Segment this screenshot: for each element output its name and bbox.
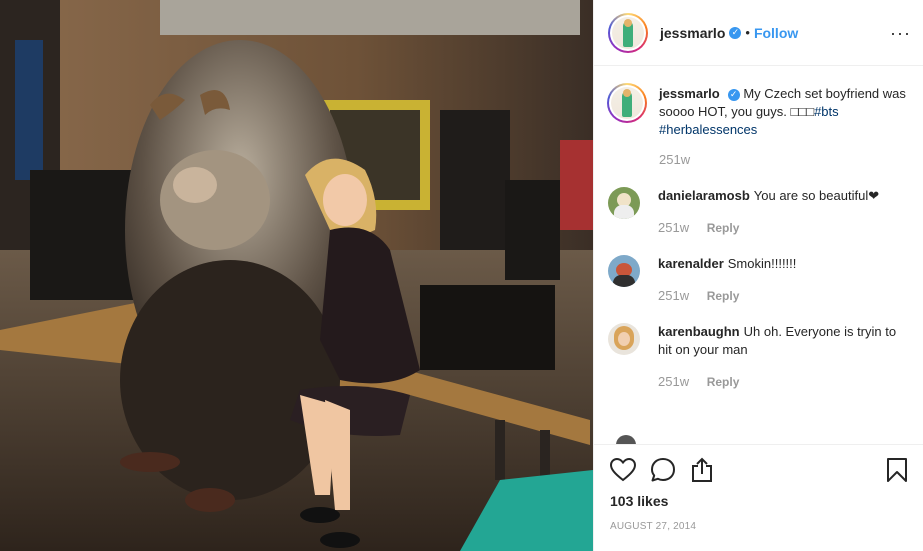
caption-meta: 251w [659,151,908,169]
caption-avatar[interactable] [607,83,647,123]
caption-age: 251w [659,152,691,167]
post-details-panel: jessmarlo ✓ • Follow ··· jessmarlo ✓ My C… [593,0,923,551]
likes-count[interactable]: 103 likes [610,493,908,509]
post-actions: 103 likes AUGUST 27, 2014 [594,444,923,551]
reply-button[interactable]: Reply [707,289,740,303]
reply-button[interactable]: Reply [707,375,740,389]
follow-button[interactable]: Follow [754,25,798,41]
author-username[interactable]: jessmarlo [660,25,725,41]
author-avatar[interactable] [608,12,648,53]
separator-dot: • [745,25,750,40]
share-icon[interactable] [690,457,714,483]
more-options-icon[interactable]: ··· [890,24,911,42]
verified-badge-icon: ✓ [729,26,742,39]
commenter-avatar[interactable] [608,255,640,287]
comments-list: jessmarlo ✓ My Czech set boyfriend was so… [594,67,923,443]
comment-age: 251w [658,374,690,389]
commenter-avatar[interactable] [608,187,640,219]
commenter-avatar[interactable] [608,323,640,355]
comment-meta: 251w Reply [658,373,908,391]
comment-item: karenbaughn Uh oh. Everyone is tryin to h… [608,323,908,391]
caption-verified-badge-icon: ✓ [727,88,740,101]
hashtag-herbalessences[interactable]: #herbalessences [659,122,757,137]
comment-text: Smokin!!!!!!! [727,256,797,271]
reply-button[interactable]: Reply [707,221,740,235]
post-photo[interactable] [0,0,593,551]
comment-meta: 251w Reply [658,219,908,237]
comment-item: karenalder Smokin!!!!!!! 251w Reply [608,255,908,305]
heart-icon[interactable] [610,458,636,482]
comment-age: 251w [658,220,690,235]
caption-username[interactable]: jessmarlo [659,86,720,101]
commenter-username[interactable]: karenalder [658,256,724,271]
comment-icon[interactable] [650,457,676,483]
caption: jessmarlo ✓ My Czech set boyfriend was so… [607,83,908,169]
commenter-username[interactable]: karenbaughn [658,324,740,339]
post-header: jessmarlo ✓ • Follow ··· [594,0,923,66]
commenter-username[interactable]: danielaramosb [658,188,750,203]
comment-meta: 251w Reply [658,287,908,305]
hashtag-bts[interactable]: #bts [814,104,839,119]
comment-item: danielaramosb You are so beautiful❤ 251w … [608,187,908,237]
photo-illustration [0,0,593,551]
post-date[interactable]: AUGUST 27, 2014 [610,521,908,532]
comment-age: 251w [658,288,690,303]
bookmark-icon[interactable] [886,457,908,483]
comment-text: You are so beautiful❤ [753,188,880,203]
